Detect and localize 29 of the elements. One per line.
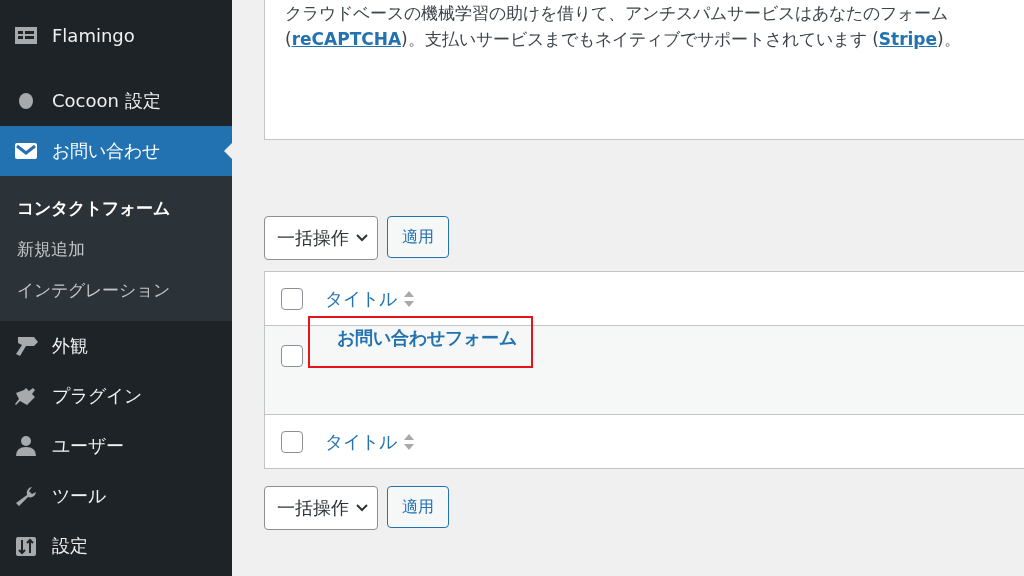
- caret-icon: [355, 503, 369, 513]
- sidebar-item[interactable]: Cocoon 設定: [0, 76, 232, 126]
- caret-icon: [355, 233, 369, 243]
- submenu-item[interactable]: 新規追加: [0, 229, 232, 270]
- sidebar-item[interactable]: 設定: [0, 521, 232, 571]
- notice-text: クラウドベースの機械学習の助けを借りて、アンチスパムサービスはあなたのフォーム: [285, 2, 949, 25]
- sidebar-item[interactable]: プラグイン: [0, 371, 232, 421]
- sidebar-item[interactable]: お問い合わせ: [0, 126, 232, 176]
- notice-link[interactable]: reCAPTCHA: [291, 29, 402, 49]
- notice-link[interactable]: Stripe: [878, 29, 938, 49]
- sidebar-item[interactable]: Flamingo: [0, 10, 232, 60]
- sort-column-link[interactable]: タイトル: [325, 429, 415, 454]
- list-icon: [12, 24, 40, 46]
- sidebar-item[interactable]: ユーザー: [0, 421, 232, 471]
- checkbox[interactable]: [281, 287, 303, 310]
- sidebar-item[interactable]: ツール: [0, 471, 232, 521]
- notice-text: (reCAPTCHA)。支払いサービスまでもネイティブでサポートされています (Stripe)。: [285, 28, 962, 51]
- mail-icon: [12, 140, 40, 162]
- apply-button[interactable]: 適用: [387, 486, 449, 528]
- checkbox[interactable]: [281, 345, 303, 367]
- form-title-link[interactable]: お問い合わせフォーム: [337, 327, 517, 348]
- sort-column-link[interactable]: タイトル: [325, 286, 415, 311]
- checkbox[interactable]: [281, 430, 303, 453]
- bulk-action-dropdown[interactable]: 一括操作: [264, 486, 378, 530]
- submenu-item[interactable]: コンタクトフォーム: [0, 188, 232, 229]
- sidebar-item[interactable]: 外観: [0, 321, 232, 371]
- apply-button[interactable]: 適用: [387, 216, 449, 258]
- bulk-action-dropdown[interactable]: 一括操作: [264, 216, 378, 260]
- submenu-item[interactable]: インテグレーション: [0, 270, 232, 311]
